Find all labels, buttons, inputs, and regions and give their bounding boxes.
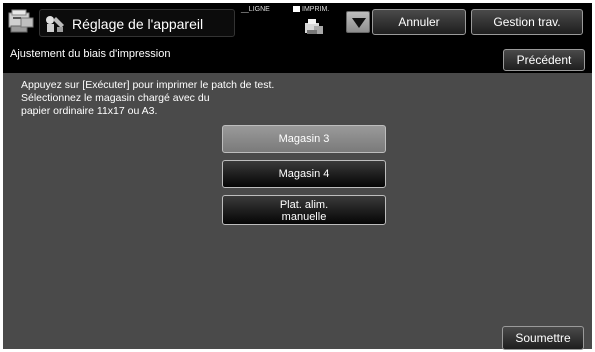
status-imprim: IMPRIM. (293, 6, 329, 13)
status-ligne: __LIGNE (241, 6, 270, 13)
copier-home-icon[interactable] (7, 9, 35, 35)
cancel-button[interactable]: Annuler (372, 9, 466, 35)
status-imprim-label: IMPRIM. (302, 6, 330, 13)
screen-frame: Réglage de l'appareil __LIGNE IMPRIM. An… (3, 3, 592, 350)
subheader-bar: Ajustement du biais d'impression Précéde… (3, 41, 592, 73)
page-title: Réglage de l'appareil (72, 16, 204, 32)
triangle-down-icon (352, 18, 366, 28)
instructions: Appuyez sur [Exécuter] pour imprimer le … (21, 79, 274, 118)
status-area: __LIGNE IMPRIM. (241, 6, 341, 38)
job-management-button[interactable]: Gestion trav. (471, 9, 583, 35)
machine-settings-icon (44, 14, 66, 34)
status-ligne-label: LIGNE (248, 6, 270, 13)
previous-button[interactable]: Précédent (503, 49, 585, 71)
header-bar: Réglage de l'appareil __LIGNE IMPRIM. An… (3, 3, 592, 41)
title-panel: Réglage de l'appareil (39, 9, 235, 37)
submit-button[interactable]: Soumettre (502, 326, 584, 350)
instruction-line: Sélectionnez le magasin chargé avec du (21, 92, 210, 104)
instruction-line: Appuyez sur [Exécuter] pour imprimer le … (21, 79, 275, 91)
tray-3-button[interactable]: Magasin 3 (222, 125, 386, 153)
section-title: Ajustement du biais d'impression (10, 48, 171, 60)
manual-feed-label-line2: manuelle (281, 211, 327, 223)
manual-feed-label-line1: Plat. alim. (279, 199, 329, 211)
imprim-indicator-icon (293, 6, 300, 12)
instruction-line: papier ordinaire 11x17 ou A3. (21, 105, 158, 117)
tray-4-button[interactable]: Magasin 4 (222, 160, 386, 188)
status-dropdown-button[interactable] (346, 11, 370, 33)
printer-status-icon (303, 18, 325, 36)
manual-feed-tray-button[interactable]: Plat. alim. manuelle (222, 195, 386, 225)
